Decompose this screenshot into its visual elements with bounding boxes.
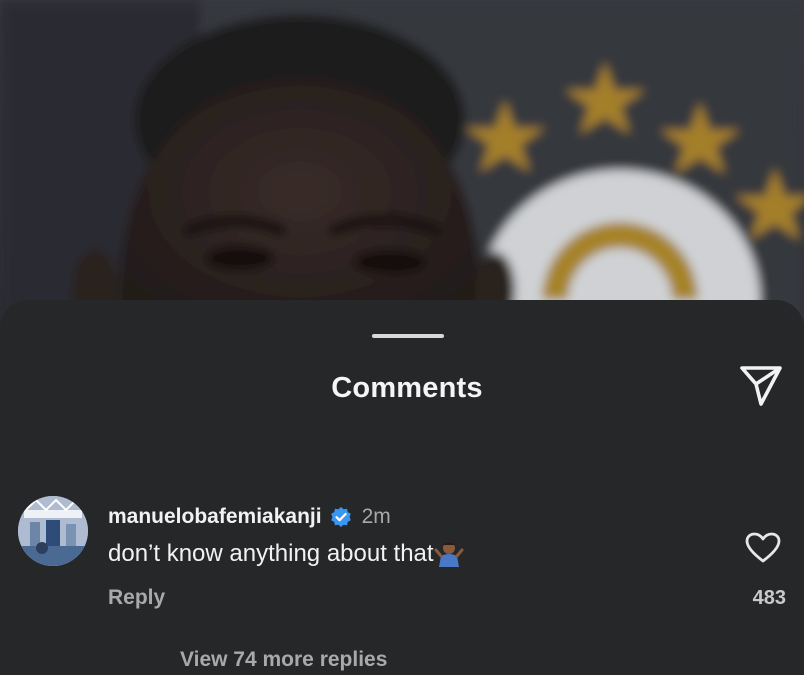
blurred-photo-illustration [0, 0, 804, 330]
comment-text: don’t know anything about that [108, 540, 434, 567]
comments-sheet: Comments manuelobafemiakanji 2m don’t kn… [0, 300, 804, 675]
send-icon [738, 362, 784, 413]
comment-time: 2m [361, 505, 391, 528]
avatar-image [18, 496, 88, 566]
avatar[interactable] [18, 496, 88, 566]
sheet-title: Comments [331, 372, 483, 404]
verified-badge-icon [330, 506, 352, 528]
like-button[interactable] [742, 528, 784, 568]
background-photo [0, 0, 804, 330]
reply-button[interactable]: Reply [108, 586, 165, 610]
drag-handle[interactable] [372, 334, 444, 338]
heart-icon [745, 532, 781, 564]
view-more-replies-button[interactable]: View 74 more replies [180, 648, 387, 672]
share-button[interactable] [734, 360, 788, 414]
username[interactable]: manuelobafemiakanji [108, 505, 322, 529]
comment-header: manuelobafemiakanji 2m [108, 502, 391, 532]
person-shrugging-emoji [434, 539, 464, 569]
like-count: 483 [752, 587, 786, 609]
comment-body: don’t know anything about that [108, 539, 464, 569]
